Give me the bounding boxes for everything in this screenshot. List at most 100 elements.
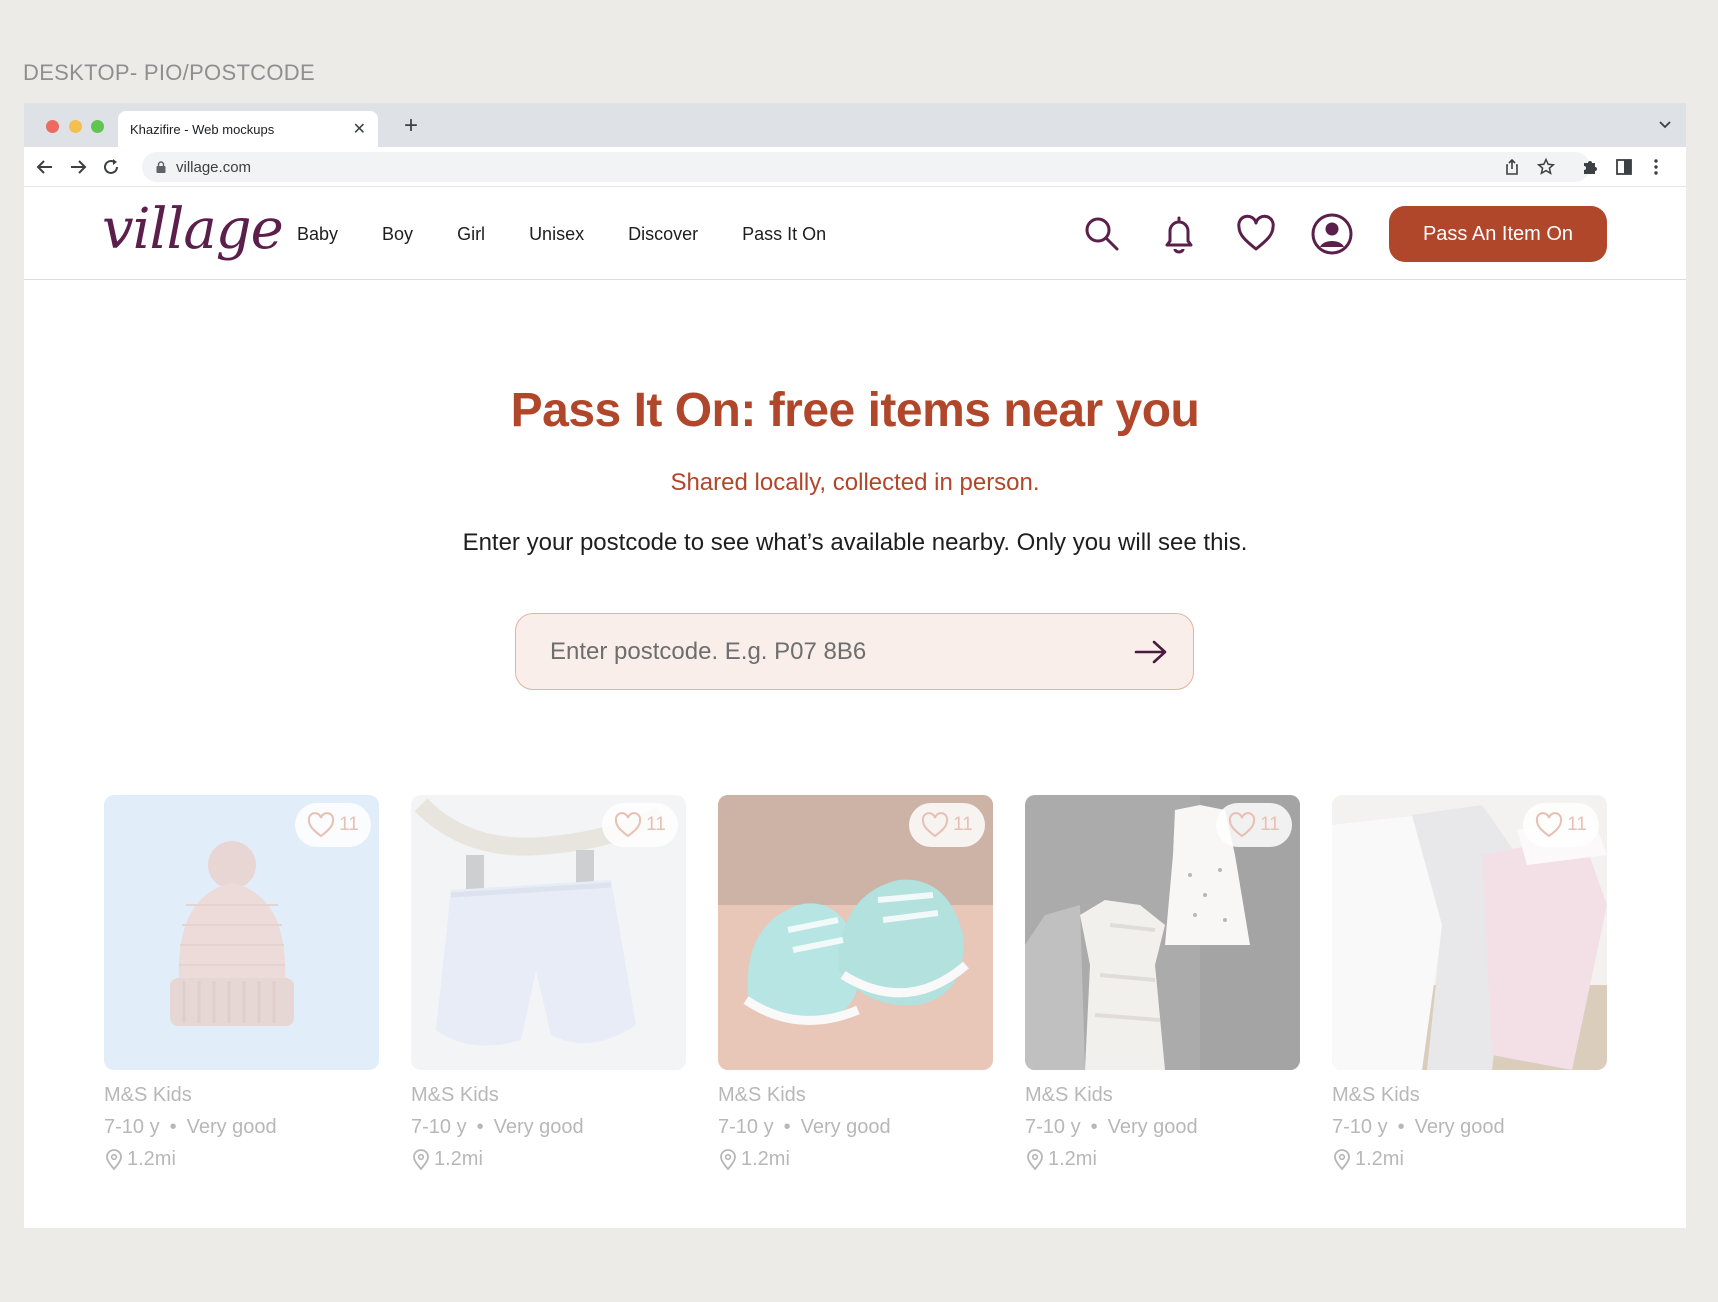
meta-separator: • [476,1116,484,1138]
nav-baby[interactable]: Baby [297,224,338,245]
heart-outline-icon [1229,812,1256,838]
like-button[interactable]: 11 [909,803,985,847]
product-brand: M&S Kids [104,1084,192,1106]
url-text: village.com [176,158,252,176]
product-location: 1.2mi [1025,1148,1300,1171]
product-brand: M&S Kids [411,1084,499,1106]
new-tab-button[interactable]: + [404,112,418,140]
nav-unisex[interactable]: Unisex [529,224,584,245]
product-age: 7-10 y [1025,1116,1081,1138]
product-brand: M&S Kids [718,1084,806,1106]
like-button[interactable]: 11 [1523,803,1599,847]
postcode-input[interactable] [550,637,1133,666]
like-button[interactable]: 11 [1216,803,1292,847]
product-age: 7-10 y [718,1116,774,1138]
heart-icon[interactable] [1234,212,1278,256]
product-image[interactable]: 11 [718,795,993,1070]
product-location: 1.2mi [104,1148,379,1171]
forward-arrow-icon[interactable] [67,156,89,178]
product-condition: Very good [186,1116,277,1138]
product-brand: M&S Kids [1025,1084,1113,1106]
meta-separator: • [783,1116,791,1138]
back-arrow-icon[interactable] [34,156,56,178]
kebab-menu-icon[interactable] [1646,157,1666,177]
product-card[interactable]: 11 M&S Kids 7-10 y • Very good 1.2mi [1025,795,1300,1171]
product-brand: M&S Kids [1332,1084,1420,1106]
reload-icon[interactable] [100,156,122,178]
tab-search-chevron-icon[interactable] [1658,117,1672,131]
nav-boy[interactable]: Boy [382,224,413,245]
product-distance: 1.2mi [127,1148,176,1170]
tab-title: Khazifire - Web mockups [130,121,275,137]
close-window-button[interactable] [46,120,59,133]
village-logo[interactable]: village [102,200,284,260]
pass-an-item-on-button[interactable]: Pass An Item On [1389,206,1607,262]
browser-window: Khazifire - Web mockups ✕ + village.com [24,103,1686,1228]
browser-tab[interactable]: Khazifire - Web mockups ✕ [118,111,378,147]
product-distance: 1.2mi [741,1148,790,1170]
like-count: 11 [1260,814,1280,835]
tab-close-icon[interactable]: ✕ [353,119,366,139]
main-nav: Baby Boy Girl Unisex Discover Pass It On [297,188,870,280]
meta-separator: • [1090,1116,1098,1138]
product-meta: 7-10 y • Very good [104,1116,379,1139]
arrow-right-icon[interactable] [1133,638,1169,666]
lock-icon [156,161,166,173]
product-image[interactable]: 11 [1025,795,1300,1070]
heart-outline-icon [615,812,642,838]
product-condition: Very good [1414,1116,1505,1138]
like-button[interactable]: 11 [295,803,371,847]
nav-girl[interactable]: Girl [457,224,485,245]
site-header: village Baby Boy Girl Unisex Discover Pa… [24,188,1686,280]
share-icon[interactable] [1502,157,1522,177]
product-location: 1.2mi [411,1148,686,1171]
like-button[interactable]: 11 [602,803,678,847]
postcode-instructions: Enter your postcode to see what’s availa… [462,529,1248,556]
frame-label: DESKTOP- PIO/POSTCODE [23,60,315,85]
meta-separator: • [169,1116,177,1138]
side-panel-icon[interactable] [1614,157,1634,177]
product-age: 7-10 y [411,1116,467,1138]
nav-discover[interactable]: Discover [628,224,698,245]
heart-outline-icon [922,812,949,838]
product-image[interactable]: 11 [104,795,379,1070]
product-condition: Very good [1107,1116,1198,1138]
product-distance: 1.2mi [434,1148,483,1170]
search-icon[interactable] [1080,212,1124,256]
browser-toolbar: village.com [24,147,1686,187]
like-count: 11 [953,814,973,835]
product-distance: 1.2mi [1355,1148,1404,1170]
product-meta: 7-10 y • Very good [411,1116,686,1139]
minimize-window-button[interactable] [69,120,82,133]
product-image[interactable]: 11 [1332,795,1607,1070]
product-location: 1.2mi [718,1148,993,1171]
nav-pass-it-on[interactable]: Pass It On [742,224,826,245]
page-title: Pass It On: free items near you [510,384,1200,437]
location-pin-icon [1027,1148,1043,1170]
location-pin-icon [1334,1148,1350,1170]
bell-icon[interactable] [1157,212,1201,256]
maximize-window-button[interactable] [91,120,104,133]
product-card[interactable]: 11 M&S Kids 7-10 y • Very good 1.2mi [718,795,993,1171]
account-icon[interactable] [1310,212,1354,256]
product-condition: Very good [800,1116,891,1138]
product-meta: 7-10 y • Very good [718,1116,993,1139]
page-subtitle: Shared locally, collected in person. [670,469,1040,496]
product-location: 1.2mi [1332,1148,1607,1171]
product-card[interactable]: 11 M&S Kids 7-10 y • Very good 1.2mi [104,795,379,1171]
location-pin-icon [413,1148,429,1170]
location-pin-icon [106,1148,122,1170]
product-card[interactable]: 11 M&S Kids 7-10 y • Very good 1.2mi [1332,795,1607,1171]
product-image[interactable]: 11 [411,795,686,1070]
heart-outline-icon [1536,812,1563,838]
product-meta: 7-10 y • Very good [1025,1116,1300,1139]
heart-outline-icon [308,812,335,838]
product-card[interactable]: 11 M&S Kids 7-10 y • Very good 1.2mi [411,795,686,1171]
address-bar[interactable]: village.com [142,152,1590,182]
bookmark-star-icon[interactable] [1536,157,1556,177]
extensions-puzzle-icon[interactable] [1580,157,1600,177]
like-count: 11 [339,814,359,835]
like-count: 11 [646,814,666,835]
tab-strip: Khazifire - Web mockups ✕ + [24,103,1686,147]
product-meta: 7-10 y • Very good [1332,1116,1607,1139]
